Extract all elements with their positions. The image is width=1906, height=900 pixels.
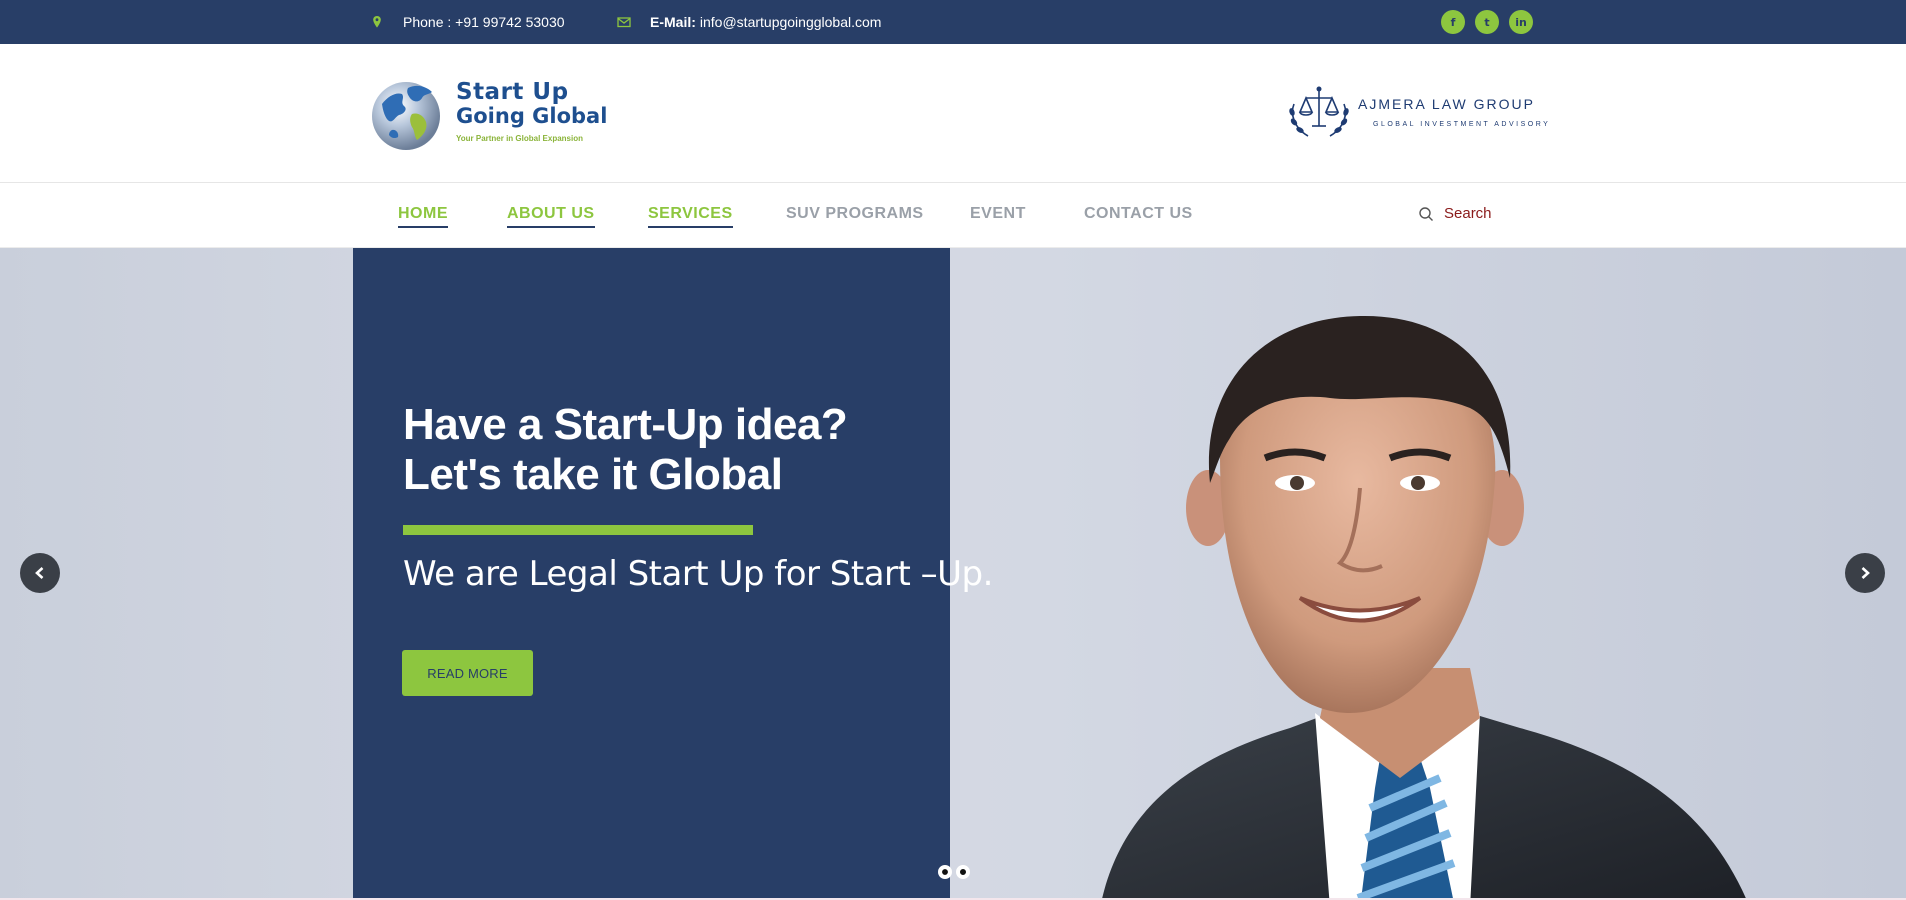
- social-links: f t in: [1441, 10, 1533, 34]
- slider-dot-2[interactable]: [956, 865, 970, 879]
- facebook-icon[interactable]: f: [1441, 10, 1465, 34]
- logo-title-line1: Start Up: [456, 79, 569, 105]
- top-bar: Phone : +91 99742 53030 E-Mail: info@sta…: [0, 0, 1906, 44]
- slider-prev-button[interactable]: [20, 553, 60, 593]
- location-pin-icon: [369, 14, 385, 30]
- email-label: E-Mail:: [650, 14, 696, 30]
- twitter-icon[interactable]: t: [1475, 10, 1499, 34]
- hero-title-line1: Have a Start-Up idea?: [403, 400, 848, 449]
- site-header: Start Up Going Global Your Partner in Gl…: [0, 44, 1906, 183]
- hero-person-image: [1102, 315, 1746, 898]
- hero-content-panel: Have a Start-Up idea? Let's take it Glob…: [353, 248, 993, 898]
- search-icon: [1419, 206, 1433, 221]
- nav-item-suv-programs[interactable]: SUV PROGRAMS: [786, 205, 924, 223]
- main-navigation: HOME ABOUT US SERVICES SUV PROGRAMS EVEN…: [0, 183, 1906, 248]
- hero-divider: [403, 525, 753, 535]
- logo-tagline: Your Partner in Global Expansion: [456, 134, 583, 143]
- chevron-right-icon: [1861, 567, 1870, 579]
- partner-logo[interactable]: AJMERA LAW GROUP GLOBAL INVESTMENT ADVIS…: [1284, 84, 1548, 144]
- partner-subtitle: GLOBAL INVESTMENT ADVISORY: [1373, 121, 1551, 128]
- nav-item-home[interactable]: HOME: [398, 205, 448, 228]
- hero-slider: Have a Start-Up idea? Let's take it Glob…: [0, 248, 1906, 898]
- globe-icon: [372, 82, 440, 150]
- slider-pagination: [938, 865, 970, 879]
- scales-of-justice-icon: [1289, 86, 1349, 137]
- phone-text[interactable]: Phone : +91 99742 53030: [403, 14, 565, 30]
- envelope-icon: [616, 14, 632, 30]
- hero-title-line2: Let's take it Global: [403, 450, 783, 499]
- read-more-button[interactable]: READ MORE: [402, 650, 533, 696]
- logo-title-line2: Going Global: [456, 104, 608, 128]
- email-link[interactable]: info@startupgoingglobal.com: [700, 14, 882, 30]
- linkedin-icon[interactable]: in: [1509, 10, 1533, 34]
- hero-title: Have a Start-Up idea? Let's take it Glob…: [403, 400, 848, 500]
- search-label: Search: [1444, 205, 1492, 222]
- chevron-left-icon: [35, 567, 44, 579]
- partner-name: AJMERA LAW GROUP: [1358, 96, 1535, 112]
- nav-item-event[interactable]: EVENT: [970, 205, 1026, 223]
- phone-info: Phone : +91 99742 53030: [369, 0, 565, 44]
- nav-item-about-us[interactable]: ABOUT US: [507, 205, 595, 228]
- nav-item-services[interactable]: SERVICES: [648, 205, 733, 228]
- hero-subtitle: We are Legal Start Up for Start –Up.: [403, 554, 993, 594]
- logo-text: Start Up Going Global Your Partner in Gl…: [456, 79, 608, 144]
- site-logo[interactable]: Start Up Going Global Your Partner in Gl…: [368, 74, 608, 154]
- email-info: E-Mail: info@startupgoingglobal.com: [616, 0, 881, 44]
- search-trigger[interactable]: Search: [1418, 205, 1492, 222]
- slider-dot-1[interactable]: [938, 865, 952, 879]
- nav-item-contact-us[interactable]: CONTACT US: [1084, 205, 1193, 223]
- slider-next-button[interactable]: [1845, 553, 1885, 593]
